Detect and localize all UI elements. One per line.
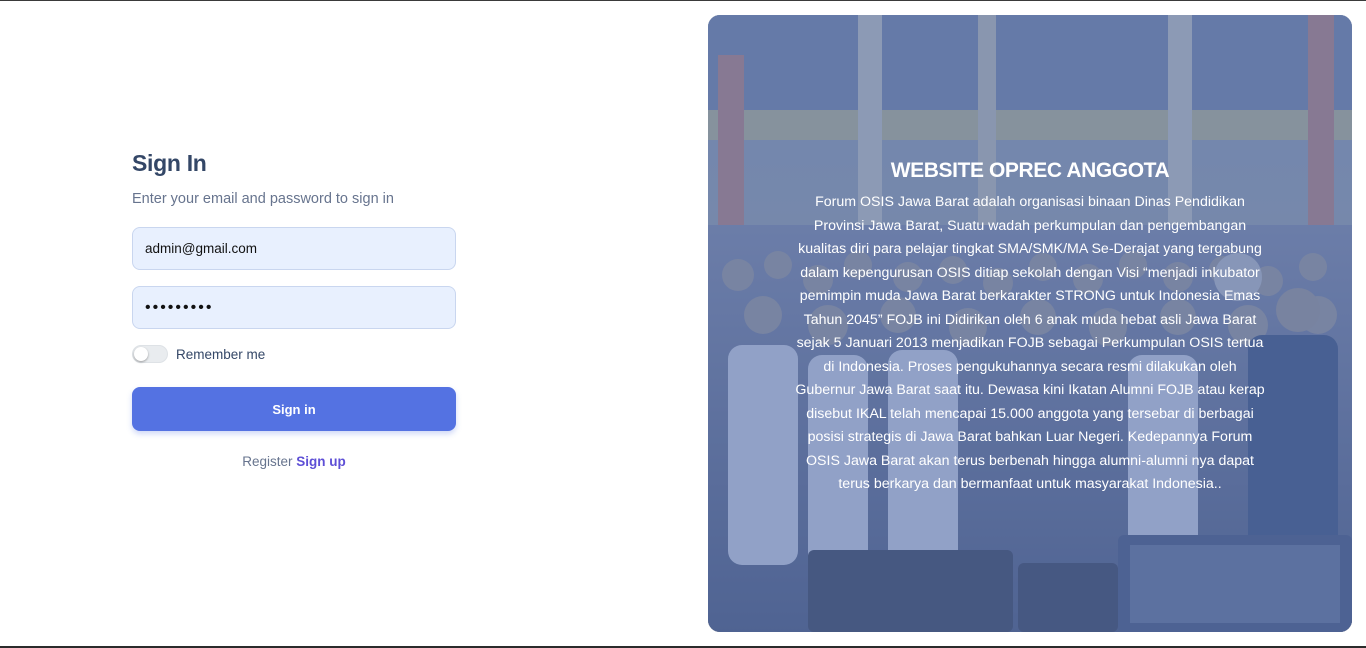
hero-content: WEBSITE OPREC ANGGOTA Forum OSIS Jawa Ba… [708,15,1352,497]
register-row: Register Sign up [132,454,456,469]
email-field-wrapper [132,227,456,270]
register-prefix: Register [242,454,293,469]
signup-link[interactable]: Sign up [296,454,346,469]
hero-panel: WEBSITE OPREC ANGGOTA Forum OSIS Jawa Ba… [708,15,1352,632]
hero-description: Forum OSIS Jawa Barat adalah organisasi … [795,194,1265,492]
password-input[interactable] [145,298,443,317]
signin-form: Sign In Enter your email and password to… [132,150,456,469]
email-input[interactable] [145,241,443,256]
password-field-wrapper [132,286,456,329]
remember-me-toggle[interactable] [132,345,168,363]
hero-title: WEBSITE OPREC ANGGOTA [890,159,1170,182]
remember-me-row: Remember me [132,345,456,363]
top-border [0,0,1366,1]
signin-button[interactable]: Sign in [132,387,456,431]
signin-subtitle: Enter your email and password to sign in [132,191,394,207]
remember-me-label: Remember me [176,346,266,362]
page-title: Sign In [132,150,207,176]
toggle-knob [134,347,148,361]
